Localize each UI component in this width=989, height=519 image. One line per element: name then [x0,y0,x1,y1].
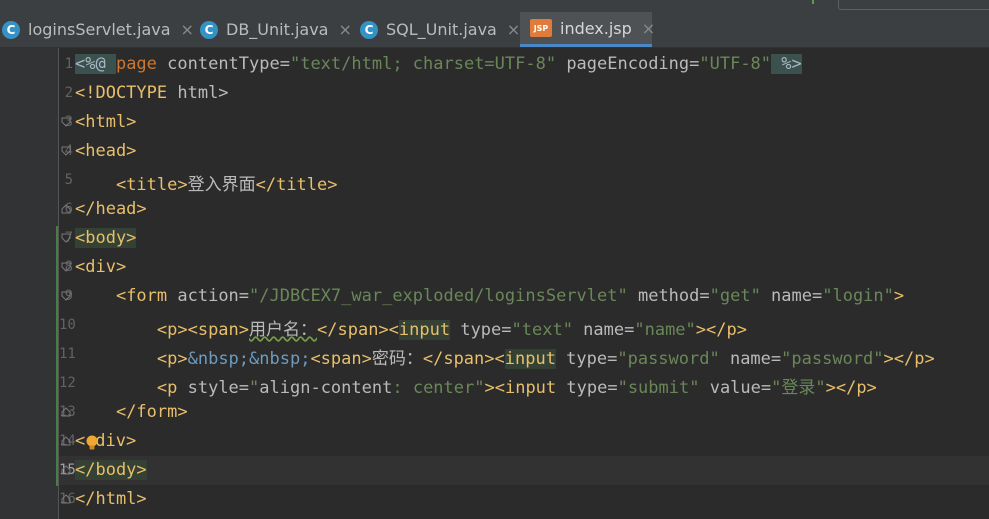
code-text: <div> [75,257,127,277]
fold-open-icon[interactable] [61,117,71,127]
code-text: <html> [75,112,137,132]
code-text: <head> [75,141,137,161]
tab-label: SQL_Unit.java [386,20,497,39]
tab-label: DB_Unit.java [226,20,329,39]
tab-index-jsp[interactable]: JSP index.jsp × [520,12,655,47]
line-number-gutter[interactable] [0,48,59,519]
line-number: 12 [59,375,76,391]
code-line[interactable]: 16 </html> [59,485,989,514]
code-line[interactable]: 14 < div> [59,427,989,456]
fold-close-icon[interactable] [61,204,71,214]
code-line[interactable]: 4 <head> [59,137,989,166]
code-text: </head> [75,199,147,219]
c-class-icon: C [200,20,218,39]
code-text: <p><span>用户名：</span><input type="text" n… [156,320,747,340]
line-number: 5 [64,172,73,188]
code-line[interactable]: 5 <title>登入界面</title> [59,166,989,195]
code-text: </body> [75,460,147,480]
code-text: </form> [115,402,188,422]
code-text: <form action="/JDBCEX7_war_exploded/logi… [115,286,905,306]
code-text: </html> [75,489,147,509]
toolbar-control[interactable] [744,0,764,4]
tab-logins-servlet[interactable]: C loginsServlet.java × [0,12,194,47]
tab-sql-unit[interactable]: C SQL_Unit.java × [352,12,520,47]
line-number: 1 [64,56,73,72]
c-class-icon: C [360,20,378,39]
fold-close-icon[interactable] [61,465,71,475]
tab-db-unit[interactable]: C DB_Unit.java × [192,12,352,47]
close-icon[interactable]: × [507,20,520,39]
vcs-change-marker[interactable] [56,226,58,486]
lightbulb-icon[interactable] [85,435,99,451]
code-text: <!DOCTYPE html> [75,83,229,103]
code-text: <p>&nbsp;&nbsp;<span>密码：</span><input ty… [156,349,935,369]
code-line[interactable]: 6 </head> [59,195,989,224]
search-box[interactable] [838,0,989,10]
jsp-file-icon: JSP [530,19,552,37]
tab-label: loginsServlet.java [28,20,171,39]
fold-open-icon[interactable] [61,262,71,272]
fold-close-icon[interactable] [61,494,71,504]
code-line[interactable]: 11 <p>&nbsp;&nbsp;<span>密码：</span><input… [59,340,989,369]
code-line[interactable]: 3 <html> [59,108,989,137]
fold-close-icon[interactable] [61,436,71,446]
tab-label: index.jsp [560,18,632,38]
close-icon[interactable]: × [338,20,351,39]
close-icon[interactable]: × [642,19,655,38]
code-line[interactable]: 10 <p><span>用户名：</span><input type="text… [59,311,989,340]
fold-open-icon[interactable] [61,233,71,243]
code-line[interactable]: 8 <div> [59,253,989,282]
window-top-strip [0,0,989,12]
line-number: 10 [59,317,76,333]
editor-tab-bar: C loginsServlet.java × C DB_Unit.java × … [0,12,989,48]
line-number: 2 [64,85,73,101]
fold-open-icon[interactable] [61,291,71,301]
code-line[interactable]: 9 <form action="/JDBCEX7_war_exploded/lo… [59,282,989,311]
code-text: <title>登入界面</title> [115,175,338,195]
fold-open-icon[interactable] [61,146,71,156]
fold-close-icon[interactable] [61,407,71,417]
line-number: 11 [59,346,76,362]
code-line[interactable]: 1 <%@ page contentType="text/html; chars… [59,50,989,79]
code-line-current[interactable]: 15 </body> [59,456,989,485]
code-line[interactable]: 2 <!DOCTYPE html> [59,79,989,108]
code-line[interactable]: 13 </form> [59,398,989,427]
run-indicator-icon[interactable] [812,0,828,4]
code-text: <%@ page contentType="text/html; charset… [75,54,802,74]
code-editor[interactable]: 1 <%@ page contentType="text/html; chars… [59,48,989,519]
c-class-icon: C [2,20,20,39]
code-text: <body> [75,228,137,248]
code-line[interactable]: 7 <body> [59,224,989,253]
code-text: <p style="align-content: center"><input … [156,378,877,398]
code-line[interactable]: 12 <p style="align-content: center"><inp… [59,369,989,398]
